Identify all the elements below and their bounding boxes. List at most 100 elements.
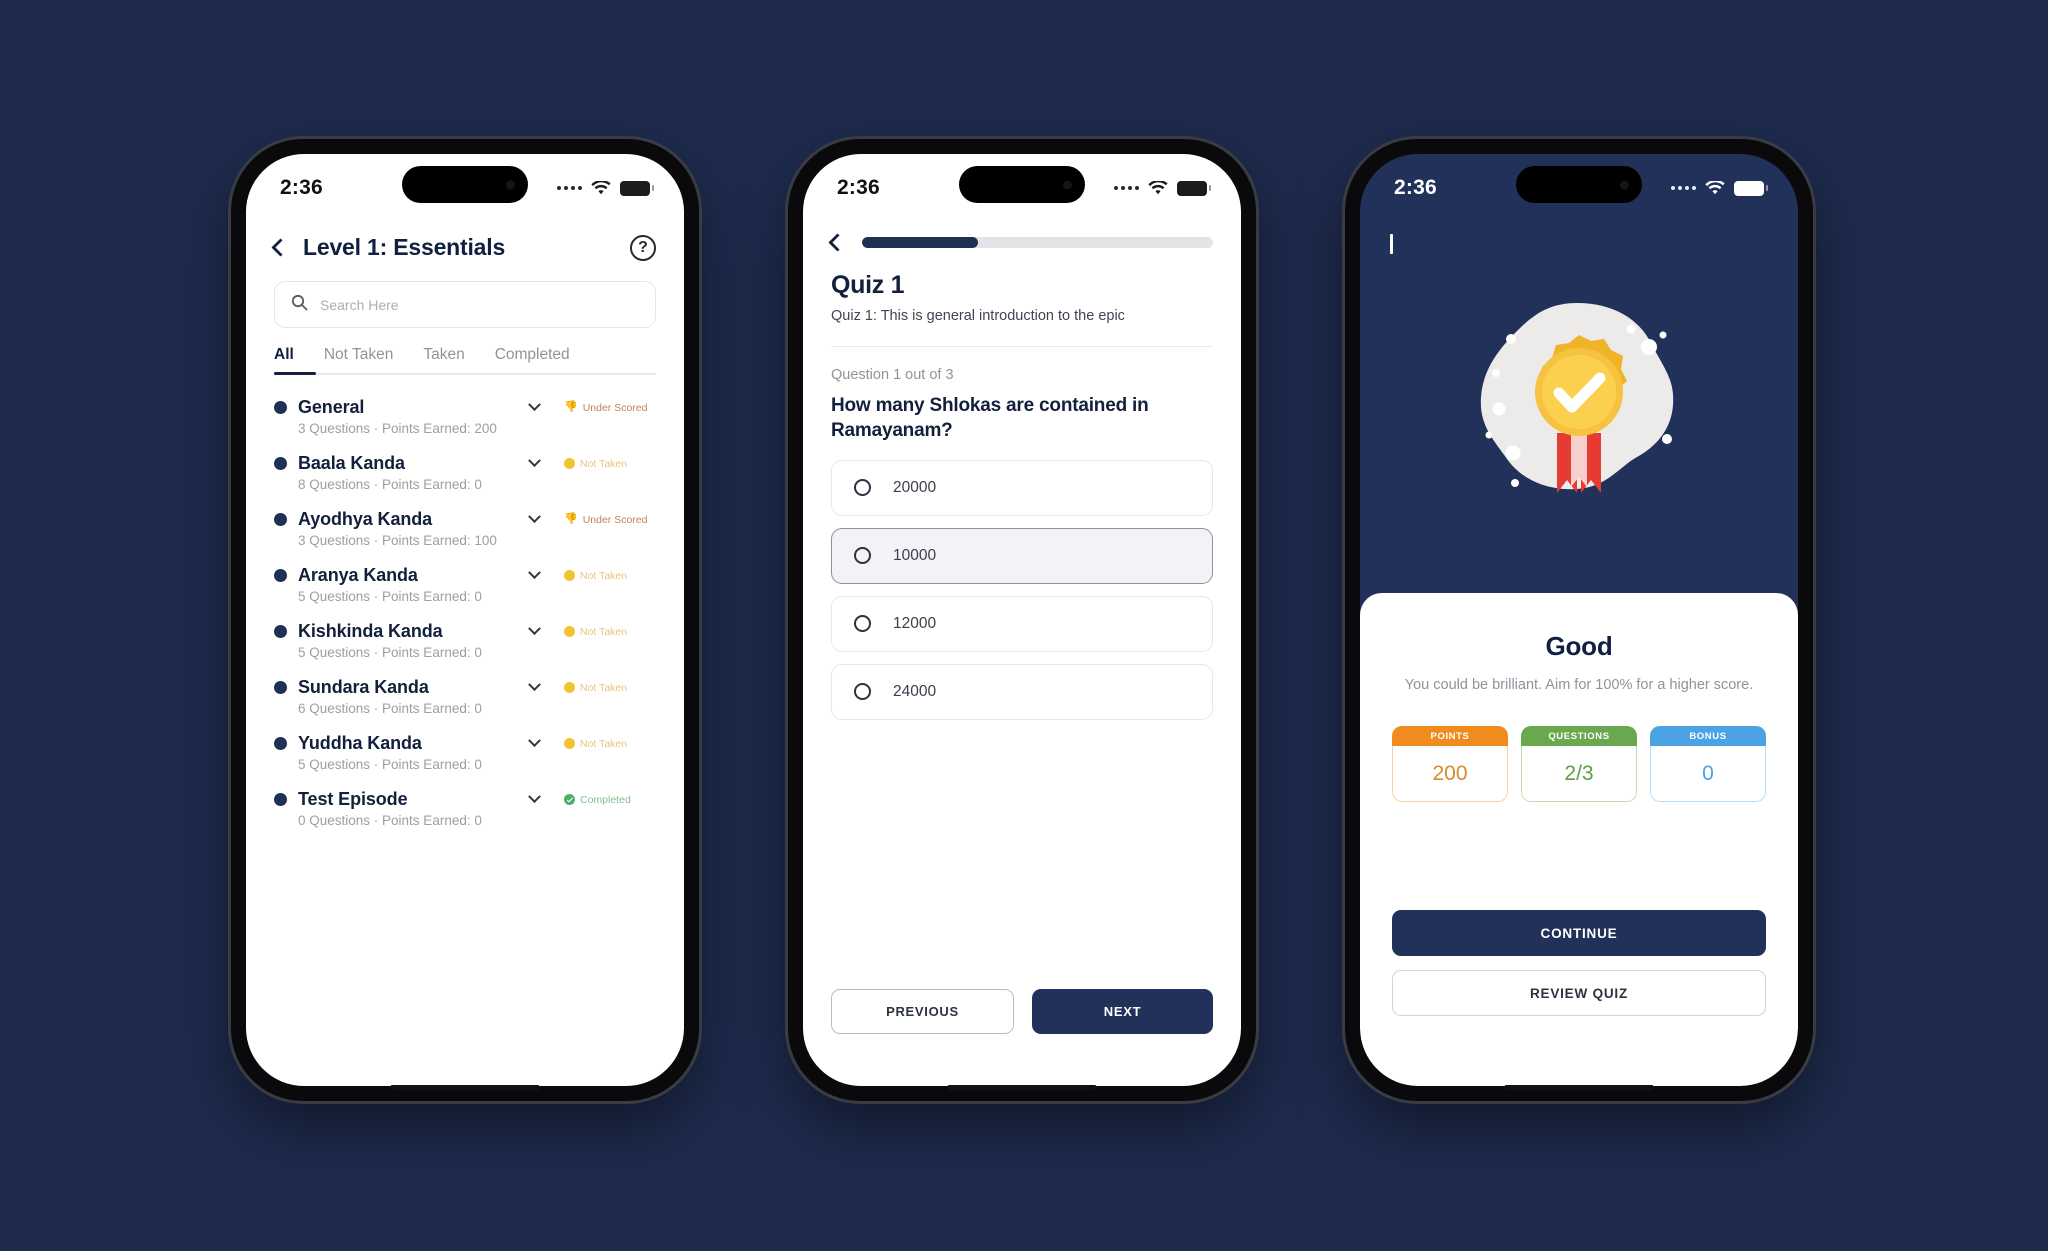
radio-icon[interactable] xyxy=(854,479,871,497)
wifi-icon xyxy=(1705,180,1725,196)
stat-card-value: 2/3 xyxy=(1521,746,1637,803)
chevron-down-icon[interactable] xyxy=(528,622,541,636)
status-bar: 2:36 xyxy=(1360,154,1798,216)
status-label: Not Taken xyxy=(580,681,628,694)
phone-2-quiz: 2:36 Quiz 1 Quiz 1: This is general intr… xyxy=(788,139,1256,1101)
list-item-meta: 3 Questions · Points Earned: 100 xyxy=(298,533,497,548)
quiz-body: Quiz 1 Quiz 1: This is general introduct… xyxy=(803,249,1241,720)
answer-option-label: 24000 xyxy=(893,682,937,700)
phone-1-course-list: 2:36 Level 1: Essentials ? Search Here A… xyxy=(231,139,699,1101)
signal-dots-icon xyxy=(557,186,582,190)
bullet-icon xyxy=(274,513,287,526)
answer-option[interactable]: 10000 xyxy=(831,527,1213,584)
review-quiz-button[interactable]: REVIEW QUIZ xyxy=(1392,970,1766,1016)
list-item-head: Sundara Kanda Not Taken xyxy=(274,677,656,698)
list-item-meta: 8 Questions · Points Earned: 0 xyxy=(298,477,482,492)
stat-card-value: 200 xyxy=(1392,746,1508,803)
list-item-title: Yuddha Kanda xyxy=(298,733,422,753)
status-label: Under Scored xyxy=(582,401,648,414)
radio-icon[interactable] xyxy=(854,547,871,565)
previous-button[interactable]: PREVIOUS xyxy=(831,989,1014,1034)
list-item-title: Kishkinda Kanda xyxy=(298,621,443,641)
answer-option[interactable]: 20000 xyxy=(831,459,1213,516)
chevron-down-icon[interactable] xyxy=(528,678,541,692)
tab-not-taken[interactable]: Not Taken xyxy=(324,346,394,375)
back-icon[interactable] xyxy=(271,238,290,257)
result-stats: POINTS 200 QUESTIONS 2/3 BONUS 0 xyxy=(1392,726,1766,803)
back-icon[interactable] xyxy=(1390,234,1393,254)
list-item-head: Test Episode Completed xyxy=(274,789,656,810)
quiz-header xyxy=(803,216,1241,252)
list-item[interactable]: Aranya Kanda Not Taken 5 Questions · Point… xyxy=(274,557,656,613)
status-badge: 👎 Under Scored xyxy=(564,514,656,526)
bullet-icon xyxy=(274,569,287,582)
status-indicators xyxy=(557,180,654,196)
continue-button[interactable]: CONTINUE xyxy=(1392,910,1766,956)
tab-taken[interactable]: Taken xyxy=(423,346,464,375)
status-badge: Completed xyxy=(564,794,656,806)
battery-icon xyxy=(1734,180,1768,196)
status-dot-icon xyxy=(564,458,575,469)
list-item[interactable]: Baala Kanda Not Taken 8 Questions · Points… xyxy=(274,445,656,501)
chevron-down-icon[interactable] xyxy=(528,790,541,804)
list-item[interactable]: Yuddha Kanda Not Taken 5 Questions · Point… xyxy=(274,725,656,781)
stat-card-value: 0 xyxy=(1650,746,1766,803)
award-medal-icon xyxy=(1360,252,1798,552)
chevron-down-icon[interactable] xyxy=(528,398,541,412)
chevron-down-icon[interactable] xyxy=(528,454,541,468)
quiz-description: Quiz 1: This is general introduction to … xyxy=(831,308,1125,324)
status-label: Not Taken xyxy=(580,569,628,582)
answer-option-label: 12000 xyxy=(893,614,937,632)
stat-card: BONUS 0 xyxy=(1650,726,1766,803)
tab-all[interactable]: All xyxy=(274,346,294,375)
answer-option[interactable]: 24000 xyxy=(831,663,1213,720)
radio-icon[interactable] xyxy=(854,615,871,633)
bullet-icon xyxy=(274,681,287,694)
bullet-icon xyxy=(274,737,287,750)
list-item[interactable]: Test Episode Completed 0 Questions · Point… xyxy=(274,781,656,837)
answer-option-label: 10000 xyxy=(893,546,937,564)
stat-card-label: POINTS xyxy=(1392,726,1508,747)
status-label: Completed xyxy=(580,793,631,806)
next-button[interactable]: NEXT xyxy=(1032,989,1213,1034)
filter-tabs: All Not Taken Taken Completed xyxy=(246,328,684,375)
stat-card: QUESTIONS 2/3 xyxy=(1521,726,1637,803)
search-input[interactable] xyxy=(320,296,639,313)
chevron-down-icon[interactable] xyxy=(528,566,541,580)
status-dot-icon xyxy=(564,738,575,749)
list-item[interactable]: Ayodhya Kanda 👎 Under Scored 3 Questions · … xyxy=(274,501,656,557)
list-item-meta: 5 Questions · Points Earned: 0 xyxy=(298,589,482,604)
list-item[interactable]: Kishkinda Kanda Not Taken 5 Questions · Po… xyxy=(274,613,656,669)
signal-dots-icon xyxy=(1671,186,1696,190)
list-item[interactable]: General 👎 Under Scored 3 Questions · Points… xyxy=(274,389,656,445)
status-badge: Not Taken xyxy=(564,626,656,638)
status-badge: Not Taken xyxy=(564,570,656,582)
radio-icon[interactable] xyxy=(854,683,871,701)
stat-card-label: QUESTIONS xyxy=(1521,726,1637,747)
result-subtitle: You could be brilliant. Aim for 100% for… xyxy=(1404,677,1754,693)
search-box[interactable] xyxy=(274,281,656,328)
status-label: Not Taken xyxy=(580,625,628,638)
tab-completed[interactable]: Completed xyxy=(495,346,570,375)
status-time: 2:36 xyxy=(280,176,323,199)
question-text: How many Shlokas are contained in Ramaya… xyxy=(831,395,1149,442)
chevron-down-icon[interactable] xyxy=(528,734,541,748)
status-label: Not Taken xyxy=(580,457,628,470)
chevron-down-icon[interactable] xyxy=(528,510,541,524)
list-item-title: Aranya Kanda xyxy=(298,565,418,585)
status-indicators xyxy=(1671,180,1768,196)
result-actions: CONTINUE REVIEW QUIZ xyxy=(1392,910,1766,1016)
bullet-icon xyxy=(274,625,287,638)
answer-option[interactable]: 12000 xyxy=(831,595,1213,652)
status-time: 2:36 xyxy=(837,176,880,199)
status-badge: Not Taken xyxy=(564,738,656,750)
signal-dots-icon xyxy=(1114,186,1139,190)
list-item[interactable]: Sundara Kanda Not Taken 6 Questions · Poin… xyxy=(274,669,656,725)
phone-3-screen: 2:36 Good You could be brilliant. Aim fo… xyxy=(1360,154,1798,1086)
search-icon xyxy=(291,294,308,316)
status-bar: 2:36 xyxy=(803,154,1241,216)
bullet-icon xyxy=(274,457,287,470)
search-section xyxy=(246,267,684,328)
list-item-head: Kishkinda Kanda Not Taken xyxy=(274,621,656,642)
help-circle-icon[interactable]: ? xyxy=(630,234,656,261)
